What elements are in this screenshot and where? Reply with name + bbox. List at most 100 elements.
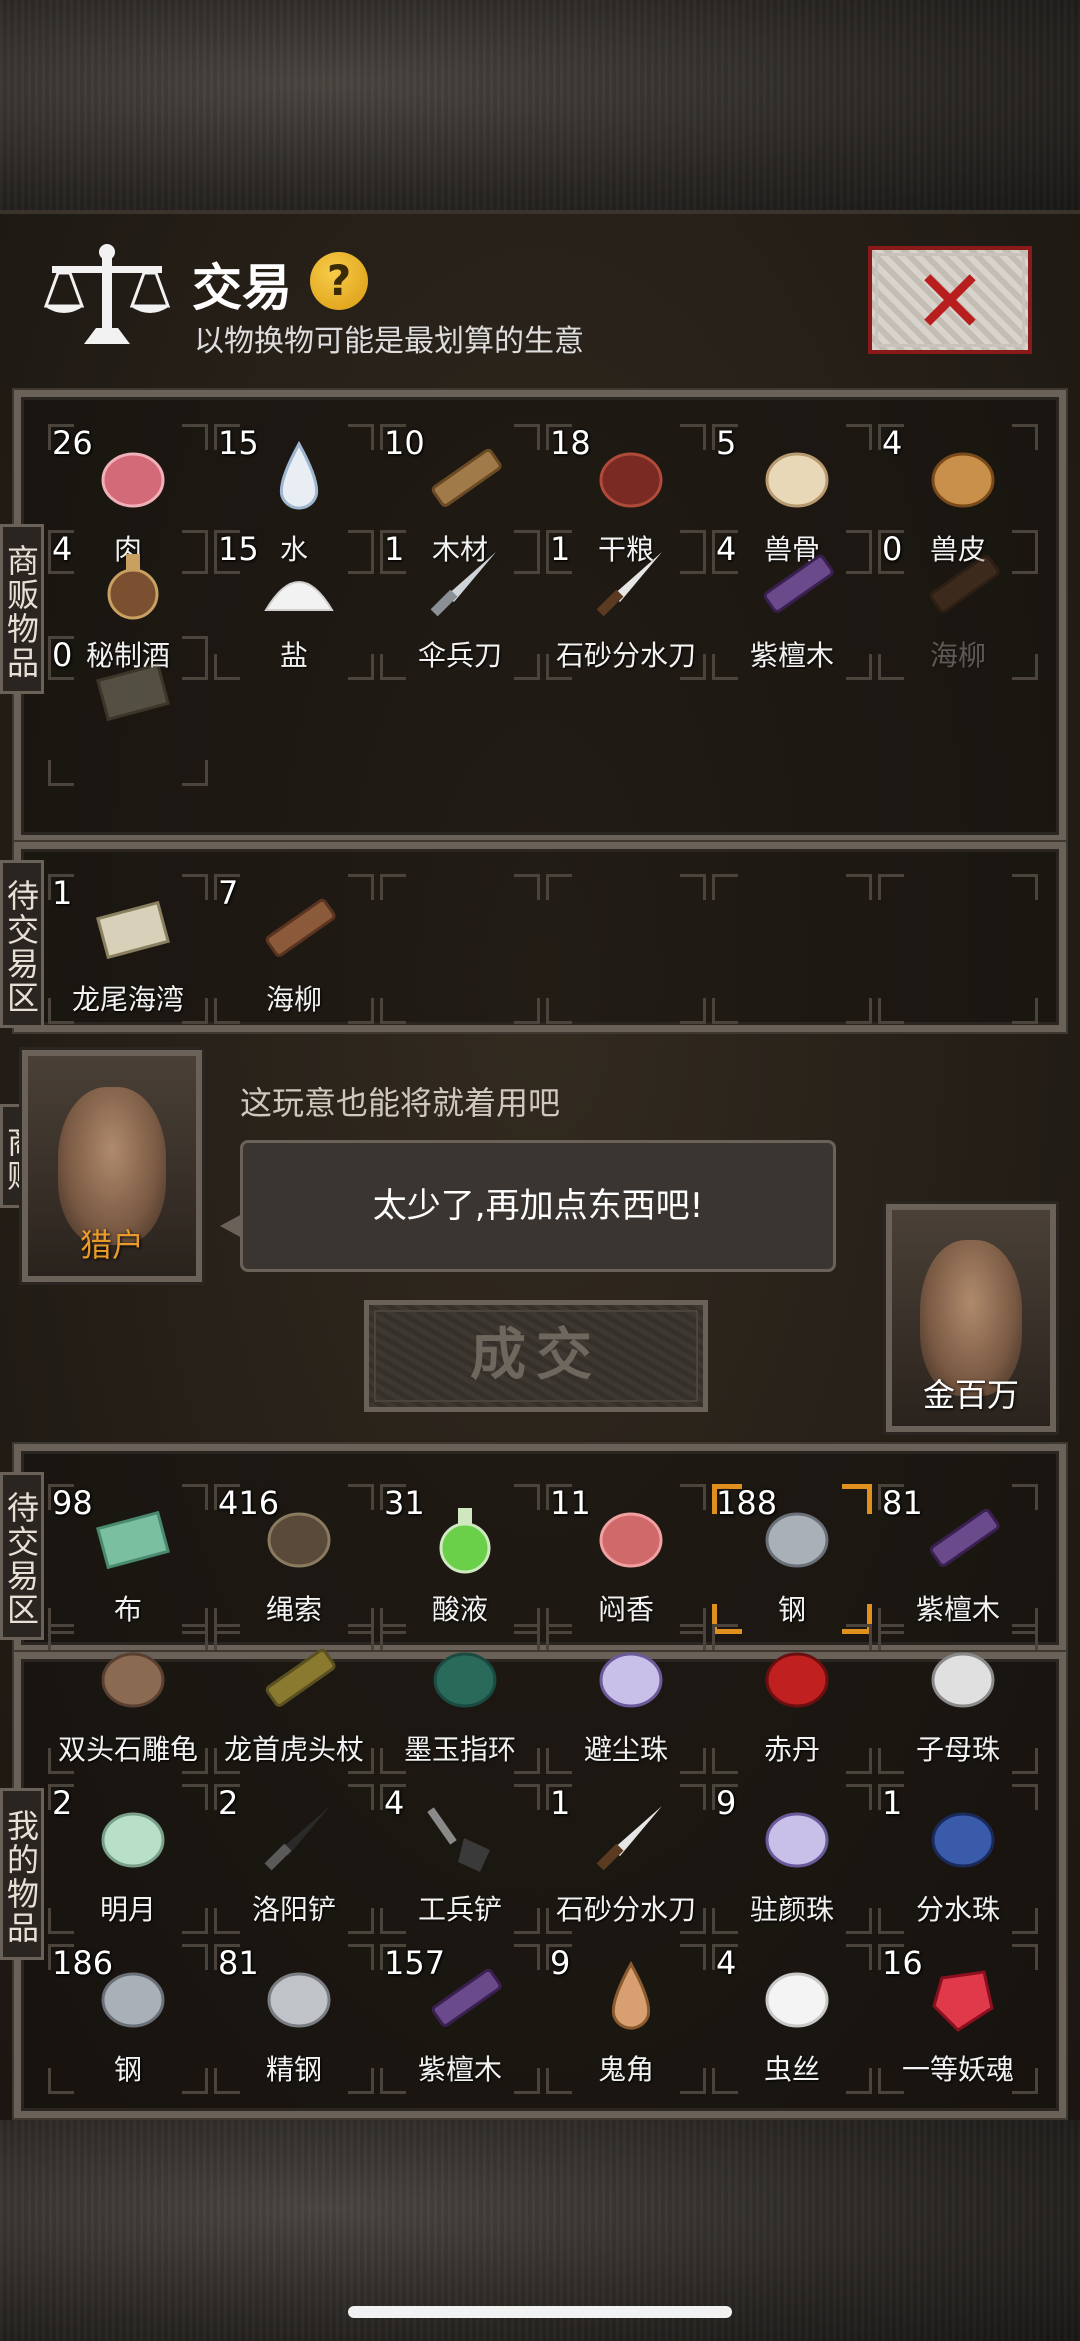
- item-count: 15: [218, 424, 259, 462]
- item-slot[interactable]: 4 虫丝: [712, 1944, 872, 2094]
- item-slot[interactable]: 416 绳索: [214, 1484, 374, 1634]
- player-portrait: 金百万: [886, 1204, 1056, 1432]
- item-name: 布: [113, 1593, 142, 1626]
- empty-slot[interactable]: [380, 874, 540, 1024]
- item-count: 186: [52, 1944, 114, 1982]
- item-slot[interactable]: 1 龙尾海湾: [48, 874, 208, 1024]
- item-slot[interactable]: 1 伞兵刀: [380, 530, 540, 680]
- item-count: 1: [550, 1784, 571, 1822]
- item-name: 紫檀木: [749, 639, 834, 672]
- item-count: 31: [384, 1484, 425, 1522]
- horn-icon: [611, 1960, 651, 2030]
- item-slot[interactable]: 赤丹: [712, 1624, 872, 1774]
- item-name: 鬼角: [597, 2053, 654, 2086]
- blade-icon: [596, 1806, 662, 1871]
- blade-icon: [596, 552, 662, 617]
- wood-icon: [431, 448, 502, 507]
- item-slot[interactable]: 98 布: [48, 1484, 208, 1634]
- item-slot[interactable]: 31 酸液: [380, 1484, 540, 1634]
- empty-slot[interactable]: [878, 874, 1038, 1024]
- staff-icon: [265, 1648, 336, 1707]
- item-count: 0: [882, 530, 903, 568]
- pearl-icon: [765, 1812, 829, 1868]
- knife-icon: [430, 552, 496, 617]
- bone-icon: [765, 452, 829, 508]
- item-slot[interactable]: 16 一等妖魂: [878, 1944, 1038, 2094]
- item-name: 绳索: [265, 1593, 322, 1626]
- item-slot[interactable]: 81 紫檀木: [878, 1484, 1038, 1634]
- merchant-quote: 这玩意也能将就着用吧: [240, 1084, 561, 1122]
- item-slot[interactable]: 4 紫檀木: [712, 530, 872, 680]
- fine-steel-icon: [267, 1972, 331, 2028]
- item-slot[interactable]: 4 工兵铲: [380, 1784, 540, 1934]
- item-count: 2: [52, 1784, 73, 1822]
- help-icon[interactable]: ?: [310, 252, 368, 310]
- item-slot[interactable]: 186 钢: [48, 1944, 208, 2094]
- item-name: 紫檀木: [417, 2053, 502, 2086]
- item-name: 龙首虎头杖: [223, 1733, 364, 1766]
- item-name: 海柳: [929, 639, 986, 672]
- item-name: 龙尾海湾: [71, 983, 184, 1016]
- item-slot[interactable]: 0 海柳: [878, 530, 1038, 680]
- orb-icon: [931, 1652, 995, 1708]
- silk-icon: [765, 1972, 829, 2028]
- item-slot[interactable]: 双头石雕龟: [48, 1624, 208, 1774]
- empty-slot[interactable]: [712, 874, 872, 1024]
- item-slot[interactable]: 1 分水珠: [878, 1784, 1038, 1934]
- item-slot[interactable]: 龙首虎头杖: [214, 1624, 374, 1774]
- item-count: 81: [218, 1944, 259, 1982]
- salt-icon: [264, 581, 334, 611]
- item-count: 9: [716, 1784, 737, 1822]
- deal-button[interactable]: 成交: [364, 1300, 708, 1412]
- item-slot[interactable]: 子母珠: [878, 1624, 1038, 1774]
- item-count: 81: [882, 1484, 923, 1522]
- item-slot[interactable]: 188 钢: [712, 1484, 872, 1634]
- shovel-icon: [427, 1807, 490, 1872]
- item-slot[interactable]: 157 紫檀木: [380, 1944, 540, 2094]
- jerky-icon: [599, 452, 663, 508]
- item-slot[interactable]: 避尘珠: [546, 1624, 706, 1774]
- item-name: 钢: [777, 1593, 806, 1626]
- item-slot[interactable]: 墨玉指环: [380, 1624, 540, 1774]
- cloth-icon: [96, 1510, 170, 1570]
- item-name: 明月: [99, 1893, 156, 1926]
- map-icon: [96, 662, 170, 722]
- item-slot[interactable]: 1 石砂分水刀: [546, 1784, 706, 1934]
- item-slot[interactable]: 0: [48, 636, 208, 786]
- item-name: 洛阳铲: [251, 1893, 336, 1926]
- item-slot[interactable]: 11 闷香: [546, 1484, 706, 1634]
- item-slot[interactable]: 9 鬼角: [546, 1944, 706, 2094]
- page-subtitle: 以物换物可能是最划算的生意: [194, 324, 584, 359]
- pearl-icon: [599, 1652, 663, 1708]
- incense-icon: [599, 1512, 663, 1568]
- item-name: 紫檀木: [915, 1593, 1000, 1626]
- red-gem-icon: [932, 1970, 994, 2032]
- home-indicator[interactable]: [348, 2306, 732, 2318]
- luoyang-shovel-icon: [264, 1806, 330, 1871]
- item-slot[interactable]: 2 洛阳铲: [214, 1784, 374, 1934]
- item-count: 2: [218, 1784, 239, 1822]
- item-slot[interactable]: 7 海柳: [214, 874, 374, 1024]
- red-pill-icon: [765, 1652, 829, 1708]
- driftwood-icon: [929, 554, 1000, 613]
- item-name: 避尘珠: [583, 1733, 668, 1766]
- item-count: 26: [52, 424, 93, 462]
- item-name: 石砂分水刀: [555, 1893, 696, 1926]
- item-count: 5: [716, 424, 737, 462]
- item-name: 墨玉指环: [403, 1733, 516, 1766]
- item-slot[interactable]: 9 驻颜珠: [712, 1784, 872, 1934]
- item-slot[interactable]: 81 精钢: [214, 1944, 374, 2094]
- item-slot[interactable]: 2 明月: [48, 1784, 208, 1934]
- empty-slot[interactable]: [546, 874, 706, 1024]
- item-slot[interactable]: 15 盐: [214, 530, 374, 680]
- item-name: 赤丹: [763, 1733, 820, 1766]
- close-button[interactable]: ✕: [868, 246, 1032, 354]
- rosewood-icon: [929, 1508, 1000, 1567]
- item-count: 4: [716, 530, 737, 568]
- item-name: 分水珠: [915, 1893, 1000, 1926]
- item-count: 10: [384, 424, 425, 462]
- item-name: 海柳: [265, 983, 322, 1016]
- item-name: 工兵铲: [417, 1893, 502, 1926]
- stone-turtle-icon: [101, 1652, 165, 1708]
- item-slot[interactable]: 1 石砂分水刀: [546, 530, 706, 680]
